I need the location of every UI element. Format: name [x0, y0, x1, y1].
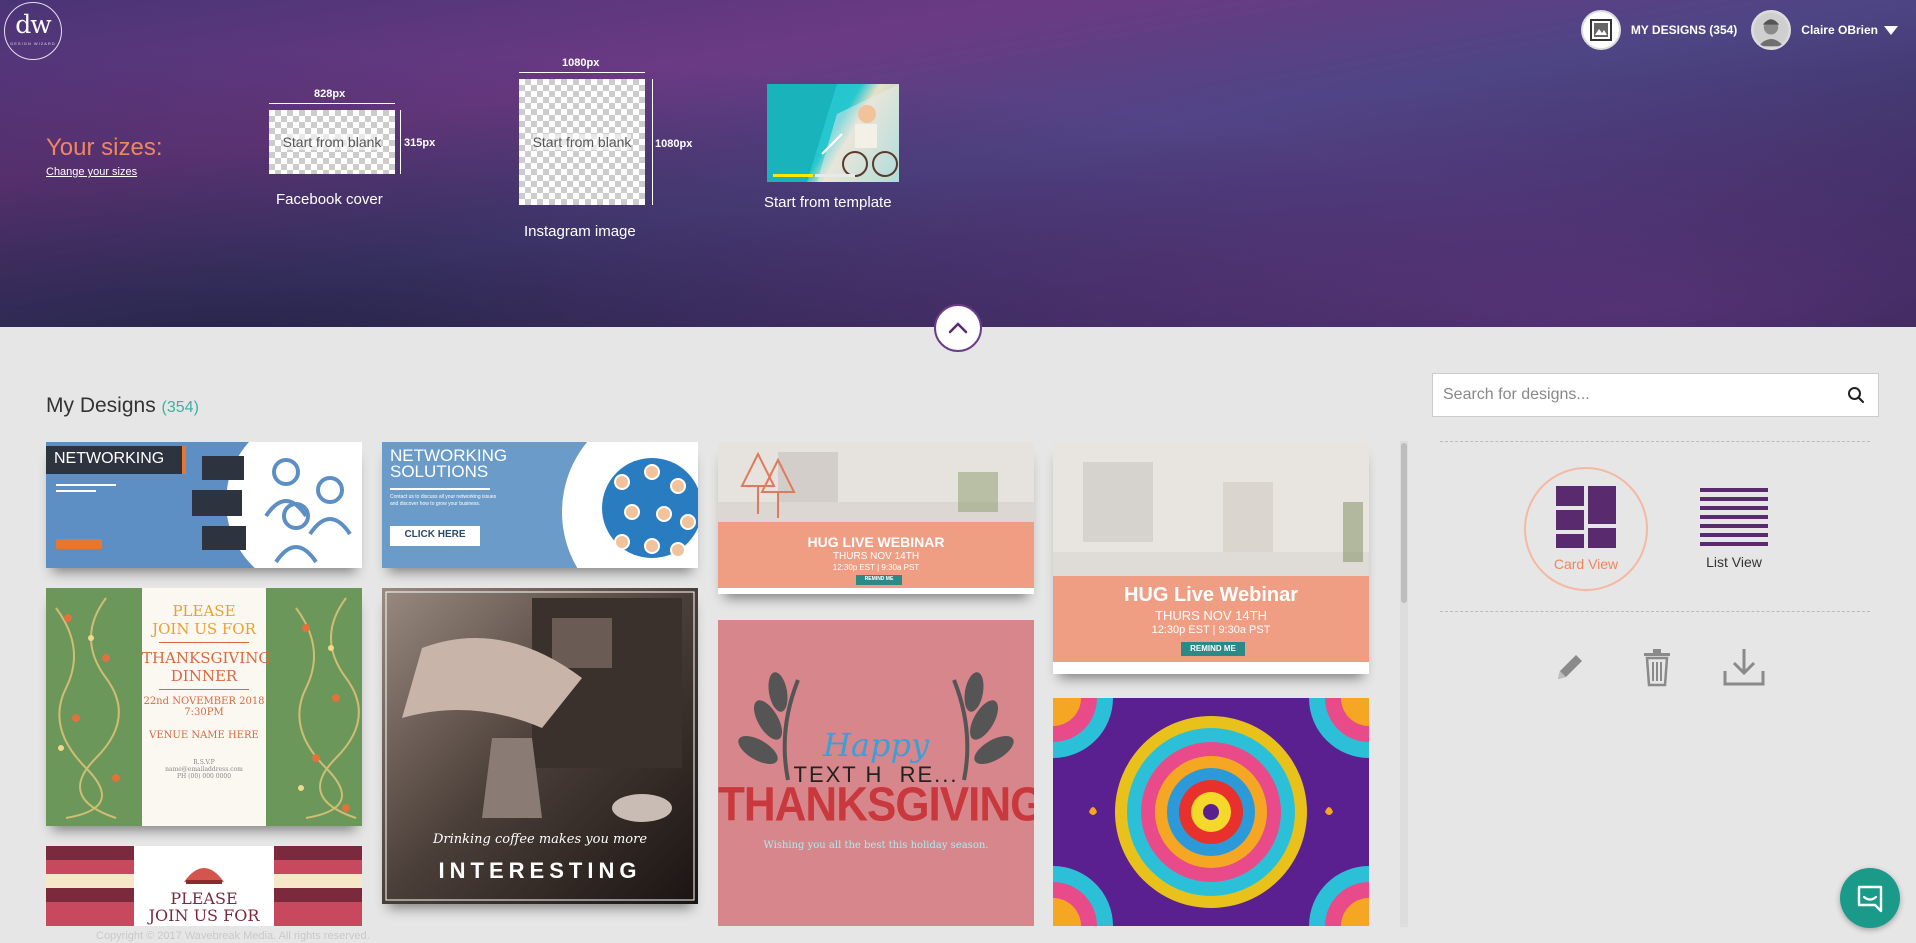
- pencil-icon: [1558, 655, 1582, 679]
- card-view-ring: Card View: [1524, 467, 1648, 591]
- design-card-thanksgiving-dinner[interactable]: PLEASE JOIN US FOR THANKSGIVING DINNER 2…: [46, 588, 362, 826]
- top-nav: MY DESIGNS (354) Claire OBrien: [1580, 8, 1916, 52]
- card-view-button[interactable]: Card View: [1524, 467, 1648, 591]
- design-text: Happy: [822, 726, 930, 764]
- download-button[interactable]: [1722, 647, 1766, 692]
- design-text: R.S.V.P: [193, 759, 215, 766]
- facebook-caption: Facebook cover: [276, 191, 383, 208]
- design-text: name@emailaddress.com: [165, 766, 243, 773]
- width-arrow: [269, 103, 395, 104]
- design-card-hug-webinar-small[interactable]: HUG LIVE WEBINAR THURS NOV 14TH 12:30p E…: [718, 442, 1034, 594]
- design-text: JOIN US FOR: [148, 906, 260, 925]
- instagram-width-label: 1080px: [562, 57, 600, 69]
- list-view-button[interactable]: List View: [1672, 467, 1796, 591]
- logo[interactable]: dw DESIGN WIZARD: [4, 2, 62, 60]
- facebook-blank-label: Start from blank: [282, 134, 382, 150]
- height-arrow: [652, 79, 653, 205]
- design-text: 12:30p EST | 9:30a PST: [832, 563, 920, 572]
- design-title: HUG LIVE WEBINAR: [807, 534, 945, 550]
- search-box: [1432, 373, 1879, 417]
- design-text: JOIN US FOR: [152, 620, 256, 638]
- search-button[interactable]: [1834, 374, 1878, 416]
- chevron-down-icon[interactable]: [1884, 25, 1898, 35]
- design-title: INTERESTING: [438, 858, 642, 883]
- instagram-blank-label: Start from blank: [532, 134, 632, 150]
- edit-button[interactable]: [1552, 649, 1588, 690]
- design-text: PLEASE: [172, 602, 236, 620]
- hero-banner: dw DESIGN WIZARD MY DESIGNS (354) Claire…: [0, 0, 1916, 327]
- instagram-height-label: 1080px: [655, 138, 693, 150]
- design-text: THANKSGIVING: [142, 649, 271, 667]
- instagram-start-blank[interactable]: Start from blank: [519, 79, 645, 205]
- design-title: THANKSGIVING: [718, 777, 1034, 832]
- trash-icon: [1644, 649, 1670, 687]
- search-input[interactable]: [1433, 375, 1834, 415]
- divider: [1440, 441, 1870, 442]
- design-text: DINNER: [170, 667, 238, 685]
- design-text: 22nd NOVEMBER 2018: [143, 696, 265, 707]
- divider: [1440, 611, 1870, 612]
- design-text: THURS NOV 14TH: [832, 551, 920, 562]
- page-title-text: My Designs: [46, 394, 156, 417]
- user-name[interactable]: Claire OBrien: [1801, 23, 1878, 37]
- list-icon: [1700, 488, 1768, 546]
- design-text: 7:30PM: [184, 707, 224, 718]
- design-text: PLEASE: [170, 889, 238, 908]
- facebook-start-blank[interactable]: Start from blank: [269, 110, 395, 174]
- template-card[interactable]: [767, 84, 899, 182]
- design-card-networking[interactable]: NETWORKING: [46, 442, 362, 568]
- design-count: (354): [161, 399, 199, 416]
- design-text: THURS NOV 14TH: [1155, 608, 1267, 623]
- card-view-label: Card View: [1553, 556, 1619, 572]
- design-text: Drinking coffee makes you more: [432, 832, 648, 847]
- width-arrow: [519, 72, 645, 73]
- collapse-hero-button[interactable]: [934, 304, 982, 352]
- design-cta: REMIND ME: [1190, 644, 1236, 653]
- design-title: HUG Live Webinar: [1123, 584, 1299, 606]
- avatar[interactable]: [1751, 10, 1792, 50]
- design-cta: REMIND ME: [864, 576, 894, 582]
- your-sizes: Your sizes: Change your sizes: [46, 134, 163, 178]
- page-title: My Designs (354): [46, 394, 199, 418]
- template-caption: Start from template: [764, 194, 892, 211]
- design-text: SOLUTIONS: [390, 462, 489, 481]
- scrollbar-thumb[interactable]: [1401, 443, 1407, 603]
- design-text: 12:30p EST | 9:30a PST: [1151, 624, 1271, 636]
- your-sizes-title: Your sizes:: [46, 134, 163, 161]
- delete-button[interactable]: [1640, 647, 1674, 692]
- instagram-caption: Instagram image: [524, 223, 636, 240]
- design-title: NETWORKING: [54, 450, 165, 467]
- my-designs-icon[interactable]: [1580, 10, 1621, 50]
- search-icon: [1848, 387, 1865, 404]
- download-icon: [1723, 649, 1765, 686]
- design-card-coffee[interactable]: Drinking coffee makes you more INTERESTI…: [382, 588, 698, 904]
- my-designs-link[interactable]: MY DESIGNS (354): [1631, 23, 1737, 37]
- change-sizes-link[interactable]: Change your sizes: [46, 166, 163, 178]
- logo-subtext: DESIGN WIZARD: [10, 41, 56, 46]
- chevron-up-icon: [948, 322, 968, 334]
- facebook-height-label: 315px: [404, 137, 436, 149]
- design-cta: CLICK HERE: [404, 529, 466, 540]
- chat-button[interactable]: [1840, 868, 1900, 928]
- design-text: Wishing you all the best this holiday se…: [763, 840, 989, 851]
- design-text: VENUE NAME HERE: [149, 730, 259, 741]
- facebook-width-label: 828px: [314, 88, 346, 100]
- grid-icon: [1556, 486, 1616, 548]
- design-card-join-us[interactable]: PLEASE JOIN US FOR: [46, 846, 362, 926]
- design-text: PH (00) 000 0000: [176, 773, 232, 780]
- chat-icon: [1857, 885, 1883, 913]
- design-text: Contact us to discuss all your networkin…: [390, 494, 497, 507]
- design-card-networking-solutions[interactable]: NETWORKING SOLUTIONS Contact us to discu…: [382, 442, 698, 568]
- list-view-label: List View: [1706, 554, 1762, 570]
- design-card-hug-webinar-large[interactable]: HUG Live Webinar THURS NOV 14TH 12:30p E…: [1053, 442, 1369, 674]
- design-card-happy-thanksgiving[interactable]: Happy TEXT H RE... THANKSGIVING Wishing …: [718, 620, 1034, 926]
- design-card-mandala[interactable]: [1053, 698, 1369, 926]
- copyright: Copyright © 2017 Wavebreak Media. All ri…: [96, 930, 370, 942]
- height-arrow: [400, 110, 401, 174]
